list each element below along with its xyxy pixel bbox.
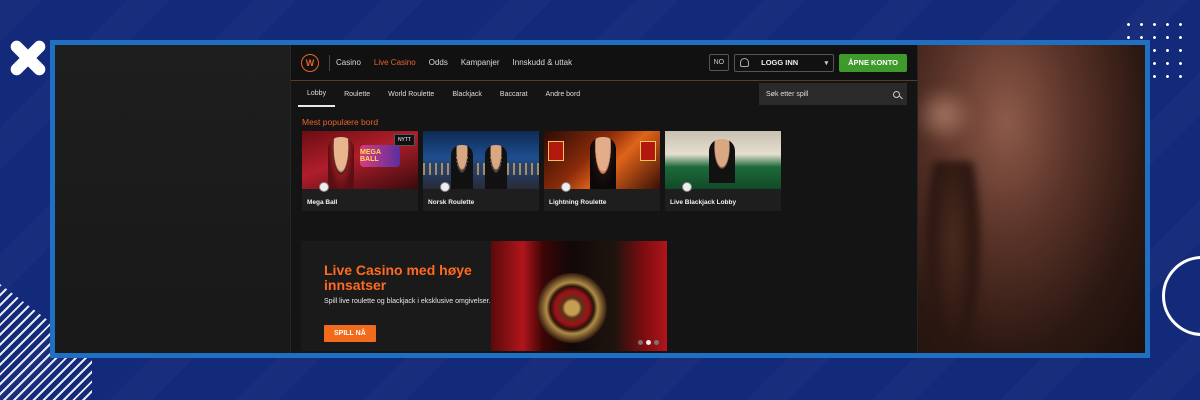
dealer-image bbox=[328, 137, 354, 189]
language-selector[interactable]: NO bbox=[708, 54, 730, 71]
carousel-dot-active[interactable] bbox=[646, 340, 651, 345]
banner-text: Spill live roulette og blackjack i ekskl… bbox=[324, 298, 491, 305]
provider-icon bbox=[561, 182, 571, 192]
brand-logo-icon[interactable]: W bbox=[301, 53, 319, 72]
carousel-dots bbox=[638, 340, 659, 345]
game-title: Norsk Roulette bbox=[428, 199, 475, 206]
promo-banner[interactable]: Live Casino med høye innsatser Spill liv… bbox=[301, 241, 667, 351]
tab-andre-bord[interactable]: Andre bord bbox=[537, 81, 590, 107]
user-icon bbox=[740, 58, 750, 67]
num bbox=[548, 141, 564, 161]
dealer-image bbox=[709, 139, 735, 183]
provider-icon bbox=[682, 182, 692, 192]
game-card-mega-ball[interactable]: MEGA BALL NYTT Mega Ball bbox=[302, 131, 418, 211]
right-backdrop-photo bbox=[913, 45, 1145, 353]
dealer-image bbox=[485, 145, 507, 189]
game-logo: MEGA BALL bbox=[360, 145, 400, 167]
tab-baccarat[interactable]: Baccarat bbox=[491, 81, 537, 107]
play-now-button[interactable]: SPILL NÅ bbox=[324, 325, 376, 342]
game-card-lightning-roulette[interactable]: Lightning Roulette bbox=[544, 131, 660, 211]
browser-frame: W Casino Live Casino Odds Kampanjer Inns… bbox=[50, 40, 1150, 358]
nav-link-live-casino[interactable]: Live Casino bbox=[374, 58, 416, 67]
game-thumbnail: MEGA BALL NYTT bbox=[302, 131, 418, 189]
nav-link-kampanjer[interactable]: Kampanjer bbox=[461, 58, 500, 67]
nav-link-odds[interactable]: Odds bbox=[429, 58, 448, 67]
dealer-image bbox=[590, 137, 616, 189]
game-card-norsk-roulette[interactable]: Norsk Roulette bbox=[423, 131, 539, 211]
tab-roulette[interactable]: Roulette bbox=[335, 81, 379, 107]
open-account-button[interactable]: ÅPNE KONTO bbox=[839, 53, 907, 72]
login-button[interactable]: LOGG INN ▾ bbox=[734, 53, 835, 72]
game-thumbnail bbox=[423, 131, 539, 189]
game-title: Mega Ball bbox=[307, 199, 338, 206]
game-title: Lightning Roulette bbox=[549, 199, 607, 206]
section-title: Mest populære bord bbox=[302, 117, 379, 127]
carousel-dot[interactable] bbox=[638, 340, 643, 345]
photo-figure bbox=[925, 161, 981, 353]
game-cards: MEGA BALL NYTT Mega Ball Norsk Roulette bbox=[302, 131, 917, 211]
new-badge: NYTT bbox=[393, 134, 415, 146]
top-navigation: W Casino Live Casino Odds Kampanjer Inns… bbox=[291, 45, 917, 81]
provider-icon bbox=[319, 182, 329, 192]
tab-blackjack[interactable]: Blackjack bbox=[443, 81, 491, 107]
game-thumbnail bbox=[544, 131, 660, 189]
chevron-down-icon: ▾ bbox=[824, 59, 829, 67]
casino-site: W Casino Live Casino Odds Kampanjer Inns… bbox=[290, 45, 918, 353]
provider-icon bbox=[440, 182, 450, 192]
nav-link-casino[interactable]: Casino bbox=[336, 58, 361, 67]
banner-title: Live Casino med høye innsatser bbox=[324, 262, 472, 293]
login-label: LOGG INN bbox=[761, 58, 799, 67]
carousel-dot[interactable] bbox=[654, 340, 659, 345]
search-placeholder: Søk etter spill bbox=[766, 90, 809, 98]
left-backdrop bbox=[55, 45, 290, 353]
photo-light bbox=[913, 85, 973, 145]
tab-world-roulette[interactable]: World Roulette bbox=[379, 81, 443, 107]
nav-actions: NO LOGG INN ▾ ÅPNE KONTO bbox=[708, 53, 907, 72]
roulette-wheel-image bbox=[537, 273, 607, 343]
game-card-live-blackjack-lobby[interactable]: Live Blackjack Lobby bbox=[665, 131, 781, 211]
tab-lobby[interactable]: Lobby bbox=[298, 81, 336, 107]
nav-link-innskudd[interactable]: Innskudd & uttak bbox=[513, 58, 573, 67]
skyline bbox=[423, 163, 539, 175]
game-title: Live Blackjack Lobby bbox=[670, 199, 737, 206]
game-thumbnail bbox=[665, 131, 781, 189]
search-input[interactable]: Søk etter spill bbox=[759, 83, 907, 105]
search-icon[interactable] bbox=[893, 90, 900, 98]
sub-navigation: Lobby Roulette World Roulette Blackjack … bbox=[291, 81, 917, 107]
dealer-image bbox=[451, 145, 473, 189]
nav-separator bbox=[329, 54, 330, 71]
num bbox=[640, 141, 656, 161]
